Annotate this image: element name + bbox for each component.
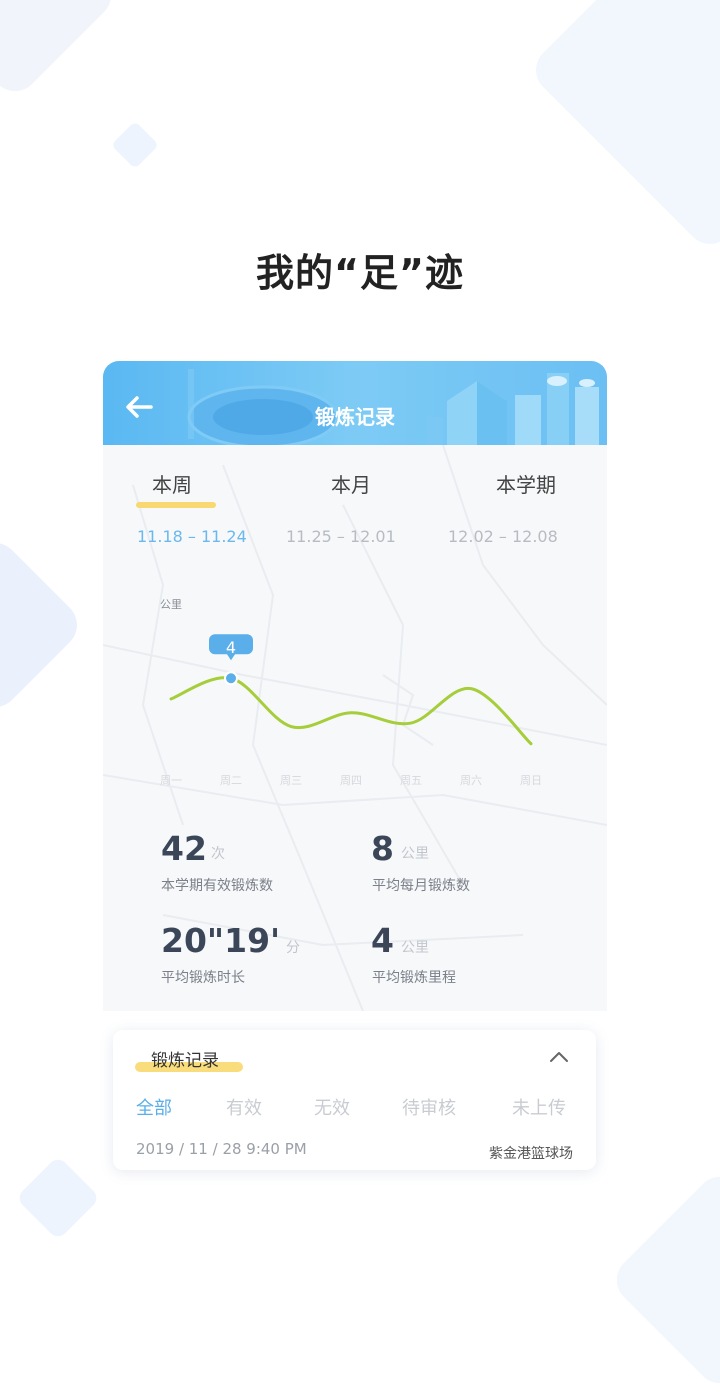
bg-shape xyxy=(110,120,160,170)
tab-week[interactable]: 本周 xyxy=(152,469,192,498)
stat-value: 42 xyxy=(161,829,207,868)
date-range-month[interactable]: 11.25 – 12.01 xyxy=(286,527,396,546)
record-datetime[interactable]: 2019 / 11 / 28 9:40 PM xyxy=(136,1140,307,1158)
tab-semester[interactable]: 本学期 xyxy=(496,469,556,498)
x-tick-label: 周六 xyxy=(460,774,482,787)
stat-unit: 分 xyxy=(286,940,300,956)
bg-shape xyxy=(0,0,122,102)
stat-unit: 次 xyxy=(211,846,225,862)
x-tick-label: 周五 xyxy=(400,774,422,787)
stat-value: 4 xyxy=(371,921,394,960)
stat-label: 平均锻炼时长 xyxy=(161,970,245,986)
tab-month[interactable]: 本月 xyxy=(331,469,371,498)
x-tick-label: 周日 xyxy=(520,774,542,787)
filter-pending[interactable]: 待审核 xyxy=(402,1094,456,1120)
filter-valid[interactable]: 有效 xyxy=(226,1094,262,1120)
header-title: 锻炼记录 xyxy=(315,405,395,429)
page-title: 我的“足”迹 xyxy=(256,251,464,295)
x-tick-label: 周二 xyxy=(220,774,242,787)
weekly-distance-chart: 公里周一 周二 周三 周四 周五 周六 周日 4 xyxy=(160,598,542,787)
x-tick-label: 周三 xyxy=(280,774,302,787)
stat-value: 8 xyxy=(371,829,394,868)
y-axis-label: 公里 xyxy=(160,598,182,611)
stat-unit: 公里 xyxy=(401,940,429,956)
filter-invalid[interactable]: 无效 xyxy=(314,1094,350,1120)
records-panel: 锻炼记录 全部 有效 无效 待审核 未上传 2019 / 11 / 28 9:4… xyxy=(113,1030,596,1170)
stat-label: 平均每月锻炼数 xyxy=(372,878,470,894)
date-range-week[interactable]: 11.18 – 11.24 xyxy=(137,527,247,546)
filter-all[interactable]: 全部 xyxy=(136,1094,172,1120)
records-title: 锻炼记录 xyxy=(151,1051,219,1071)
stat-value: 20"19' xyxy=(161,921,281,960)
header-bar: 锻炼记录 xyxy=(103,361,607,445)
bg-shape xyxy=(15,1155,101,1241)
value-bubble-label: 4 xyxy=(226,638,236,657)
bg-shape xyxy=(526,0,720,254)
stat-unit: 公里 xyxy=(401,846,429,862)
x-tick-label: 周一 xyxy=(160,774,182,787)
date-range-semester[interactable]: 12.02 – 12.08 xyxy=(448,527,558,546)
chevron-up-icon[interactable] xyxy=(548,1050,570,1064)
series-line xyxy=(169,676,533,746)
record-place[interactable]: 紫金港篮球场 xyxy=(489,1143,573,1163)
bg-shape xyxy=(0,533,87,717)
stat-label: 平均锻炼里程 xyxy=(372,970,456,986)
active-tab-indicator xyxy=(136,502,216,508)
x-tick-label: 周四 xyxy=(340,774,362,787)
filter-not-uploaded[interactable]: 未上传 xyxy=(512,1094,566,1120)
phone-screen: 锻炼记录 本周 本月 本学期 11.18 – 11.24 11.25 – 12.… xyxy=(103,361,607,1011)
stat-label: 本学期有效锻炼数 xyxy=(161,878,273,894)
data-point-marker[interactable] xyxy=(224,671,238,686)
